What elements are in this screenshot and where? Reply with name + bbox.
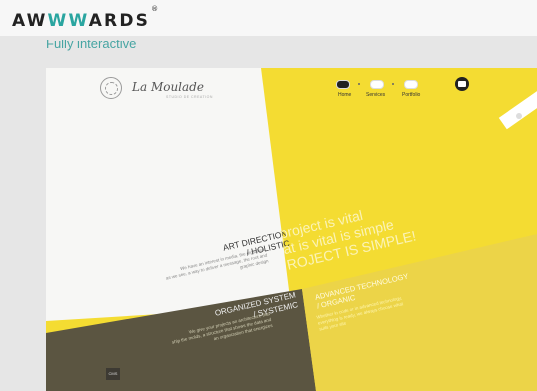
logo-text-suffix: ARDS	[88, 11, 151, 31]
badge-dot	[516, 113, 522, 119]
site-badge	[498, 83, 537, 130]
nav-separator-dot	[392, 83, 394, 85]
awwwards-logo[interactable]: AWWWARDS®	[12, 5, 160, 31]
portfolio-icon[interactable]	[404, 80, 418, 89]
logo-text-ww: WW	[47, 11, 89, 31]
home-icon[interactable]	[336, 80, 350, 89]
logo-text-prefix: AW	[12, 11, 48, 31]
site-nav: Home Services Portfolio	[336, 80, 426, 98]
nav-home[interactable]: Home	[338, 92, 351, 98]
services-icon[interactable]	[370, 80, 384, 89]
nav-services[interactable]: Services	[366, 92, 385, 98]
site-screenshot: La Moulade STUDIO DE CREATION Home Servi…	[46, 68, 537, 391]
contact-mail-icon[interactable]	[455, 77, 469, 91]
awwwards-header: AWWWARDS®	[0, 0, 537, 36]
brand-emblem-icon[interactable]	[100, 77, 122, 99]
site-brand-name[interactable]: La Moulade	[132, 80, 204, 94]
registered-mark: ®	[151, 5, 161, 14]
nav-portfolio[interactable]: Portfolio	[402, 92, 420, 98]
badge-ribbon	[498, 83, 537, 130]
cms-badge[interactable]: CMS	[106, 368, 120, 380]
nav-separator-dot	[358, 83, 360, 85]
site-brand-tagline: STUDIO DE CREATION	[166, 95, 213, 99]
